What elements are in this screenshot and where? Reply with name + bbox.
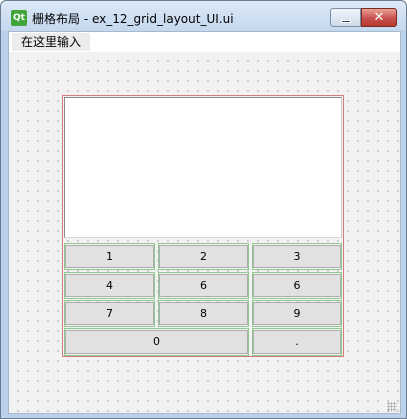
key-7-button[interactable]: 7 (65, 302, 154, 325)
designer-window: Qt 栅格布局 - ex_12_grid_layout_UI.ui ✕ 在这里输… (0, 0, 407, 419)
menu-item-type-here[interactable]: 在这里输入 (12, 33, 91, 51)
qt-logo-icon: Qt (11, 10, 27, 26)
close-icon: ✕ (373, 10, 385, 25)
key-4-button[interactable]: 4 (65, 274, 154, 297)
key-2-button[interactable]: 2 (159, 245, 248, 268)
display-text-edit[interactable] (64, 97, 342, 238)
key-1-button[interactable]: 1 (65, 245, 154, 268)
menu-bar: 在这里输入 (9, 32, 400, 52)
minimize-icon (341, 20, 351, 23)
key-0-button[interactable]: 0 (65, 330, 248, 354)
key-3-button[interactable]: 3 (253, 245, 341, 268)
key-5-button[interactable]: 6 (159, 274, 248, 297)
key-dot-button[interactable]: . (253, 330, 341, 354)
size-grip-icon[interactable] (387, 402, 397, 412)
key-9-button[interactable]: 9 (253, 302, 341, 325)
title-bar[interactable]: Qt 栅格布局 - ex_12_grid_layout_UI.ui ✕ (1, 1, 406, 31)
key-6-button[interactable]: 6 (253, 274, 341, 297)
key-8-button[interactable]: 8 (159, 302, 248, 325)
close-button[interactable]: ✕ (361, 8, 397, 27)
minimize-button[interactable] (330, 8, 361, 27)
window-title: 栅格布局 - ex_12_grid_layout_UI.ui (32, 12, 234, 26)
form-canvas[interactable]: 在这里输入 1 2 3 4 6 6 7 8 9 0 . (8, 31, 401, 414)
